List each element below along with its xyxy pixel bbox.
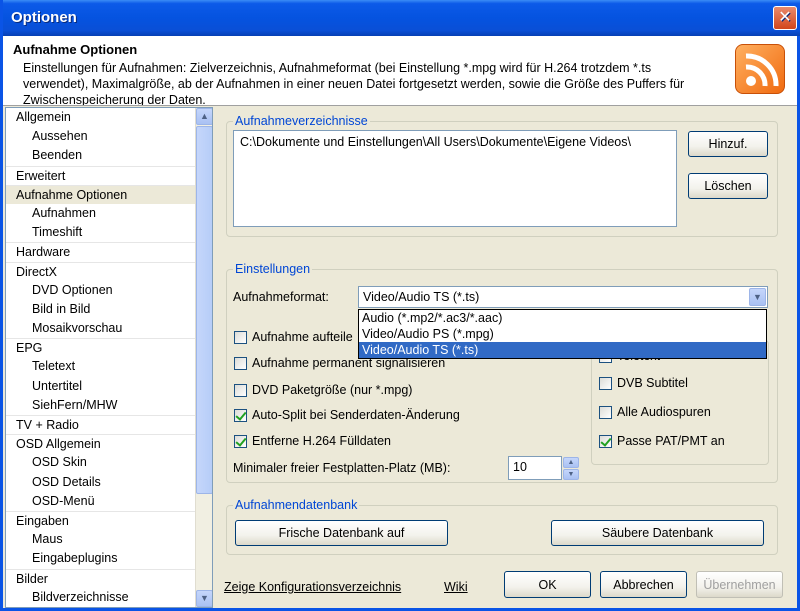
dvd-packet-size-checkbox[interactable]: DVD Paketgröße (nur *.mpg) <box>234 383 412 397</box>
checkbox-label: DVB Subtitel <box>617 376 688 390</box>
checkbox-label: DVD Paketgröße (nur *.mpg) <box>252 383 413 397</box>
refresh-db-button[interactable]: Frische Datenbank auf <box>235 520 448 546</box>
app-logo-icon <box>735 44 785 94</box>
tree-item[interactable]: DVD Optionen <box>6 281 212 300</box>
tree-item[interactable]: Teletext <box>6 357 212 376</box>
tree-item[interactable]: EPG <box>6 338 212 357</box>
tree-item[interactable]: Aufnahmen <box>6 204 212 223</box>
checkbox-label: Entferne H.264 Fülldaten <box>252 434 391 448</box>
adjust-pat-pmt-checkbox[interactable]: Passe PAT/PMT an <box>599 434 725 448</box>
format-select[interactable]: Video/Audio TS (*.ts) ▼ <box>358 286 768 308</box>
dirs-listbox[interactable]: C:\Dokumente und Einstellungen\All Users… <box>233 130 677 227</box>
options-window: Optionen ✕ Aufnahme Optionen Einstellung… <box>0 0 800 611</box>
page-header: Aufnahme Optionen Einstellungen für Aufn… <box>3 36 797 106</box>
apply-button[interactable]: Übernehmen <box>696 571 783 598</box>
min-space-value: 10 <box>513 460 527 474</box>
auto-split-checkbox[interactable]: Auto-Split bei Senderdaten-Änderung <box>234 408 460 422</box>
ok-button[interactable]: OK <box>504 571 591 598</box>
tree-item[interactable]: Aussehen <box>6 127 212 146</box>
title-bar[interactable]: Optionen ✕ <box>3 0 800 36</box>
db-group-label: Aufnahmendatenbank <box>233 498 360 512</box>
scroll-down-icon[interactable]: ▼ <box>196 590 212 607</box>
close-icon[interactable]: ✕ <box>773 6 797 30</box>
format-dropdown-list[interactable]: Audio (*.mp2/*.ac3/*.aac) Video/Audio PS… <box>358 309 767 359</box>
dvb-subtitle-checkbox[interactable]: DVB Subtitel <box>599 376 688 390</box>
tree-item[interactable]: OSD Skin <box>6 453 212 472</box>
min-space-input[interactable]: 10 <box>508 456 562 480</box>
tree-item[interactable]: OSD Allgemein <box>6 434 212 453</box>
tree-item[interactable]: Bilder <box>6 568 212 588</box>
checkbox-box[interactable] <box>234 356 247 370</box>
checkbox-box[interactable] <box>234 434 247 448</box>
checkbox-label: Passe PAT/PMT an <box>617 434 725 448</box>
checkbox-box[interactable] <box>599 434 612 448</box>
checkbox-label: Alle Audiospuren <box>617 405 711 419</box>
tree-item[interactable]: OSD-Menü <box>6 492 212 511</box>
tree-item[interactable]: DirectX <box>6 261 212 281</box>
checkbox-box[interactable] <box>599 405 612 419</box>
tree-item[interactable]: Aufnahme Optionen <box>6 184 212 204</box>
add-dir-button[interactable]: Hinzuf. <box>688 131 768 157</box>
format-option-selected[interactable]: Video/Audio TS (*.ts) <box>359 342 766 358</box>
chevron-down-icon[interactable]: ▼ <box>749 288 766 306</box>
tree-item[interactable]: Eingaben <box>6 510 212 530</box>
settings-group-label: Einstellungen <box>233 262 313 276</box>
split-recording-checkbox[interactable]: Aufnahme aufteile <box>234 330 353 344</box>
tree-item[interactable]: Bildverzeichnisse <box>6 588 212 607</box>
tree-item[interactable]: Allgemein <box>6 108 212 127</box>
tree-item[interactable]: Eingabeplugins <box>6 549 212 568</box>
tree-item[interactable]: Mosaikvorschau <box>6 319 212 338</box>
scroll-thumb[interactable] <box>196 126 212 494</box>
dirs-group-label: Aufnahmeverzeichnisse <box>233 114 370 128</box>
checkbox-box[interactable] <box>234 330 247 344</box>
tree-item[interactable]: Maus <box>6 530 212 549</box>
tree-item[interactable]: Untertitel <box>6 377 212 396</box>
tree-item[interactable]: Erweitert <box>6 165 212 185</box>
spin-up-icon[interactable]: ▲ <box>563 457 579 468</box>
tree-item[interactable]: Bild in Bild <box>6 300 212 319</box>
checkbox-box[interactable] <box>599 376 612 390</box>
min-space-label: Minimaler freier Festplatten-Platz (MB): <box>233 461 451 475</box>
clean-db-button[interactable]: Säubere Datenbank <box>551 520 764 546</box>
format-select-value: Video/Audio TS (*.ts) <box>363 290 480 304</box>
dir-entry[interactable]: C:\Dokumente und Einstellungen\All Users… <box>240 135 670 149</box>
format-option[interactable]: Audio (*.mp2/*.ac3/*.aac) <box>359 310 766 326</box>
cancel-button[interactable]: Abbrechen <box>600 571 687 598</box>
tree-item[interactable]: Timeshift <box>6 223 212 242</box>
format-option[interactable]: Video/Audio PS (*.mpg) <box>359 326 766 342</box>
checkbox-box[interactable] <box>234 383 247 397</box>
tree-item[interactable]: Beenden <box>6 146 212 165</box>
checkbox-label: Aufnahme aufteile <box>252 330 353 344</box>
config-dir-link[interactable]: Zeige Konfigurationsverzeichnis <box>224 580 401 594</box>
tree-item[interactable]: Hardware <box>6 242 212 261</box>
checkbox-box[interactable] <box>234 408 247 422</box>
scroll-up-icon[interactable]: ▲ <box>196 108 212 125</box>
tree-item[interactable]: OSD Details <box>6 473 212 492</box>
page-description: Einstellungen für Aufnahmen: Zielverzeic… <box>23 61 685 106</box>
remove-dir-button[interactable]: Löschen <box>688 173 768 199</box>
checkbox-label: Auto-Split bei Senderdaten-Änderung <box>252 408 460 422</box>
page-title: Aufnahme Optionen <box>13 42 138 57</box>
tree-items: Allgemein Aussehen Beenden Erweitert Aufnahm… <box>6 108 212 607</box>
window-title: Optionen <box>11 9 77 26</box>
all-audio-tracks-checkbox[interactable]: Alle Audiospuren <box>599 405 711 419</box>
options-tree: Allgemein Aussehen Beenden Erweitert Aufnahm… <box>5 107 213 608</box>
spin-down-icon[interactable]: ▼ <box>563 469 579 480</box>
remove-h264-filler-checkbox[interactable]: Entferne H.264 Fülldaten <box>234 434 391 448</box>
tree-item[interactable]: SiehFern/MHW <box>6 396 212 415</box>
format-label: Aufnahmeformat: <box>233 290 329 304</box>
tree-item[interactable]: TV + Radio <box>6 415 212 434</box>
tree-scrollbar[interactable]: ▲ ▼ <box>195 108 212 607</box>
wiki-link[interactable]: Wiki <box>444 580 468 594</box>
